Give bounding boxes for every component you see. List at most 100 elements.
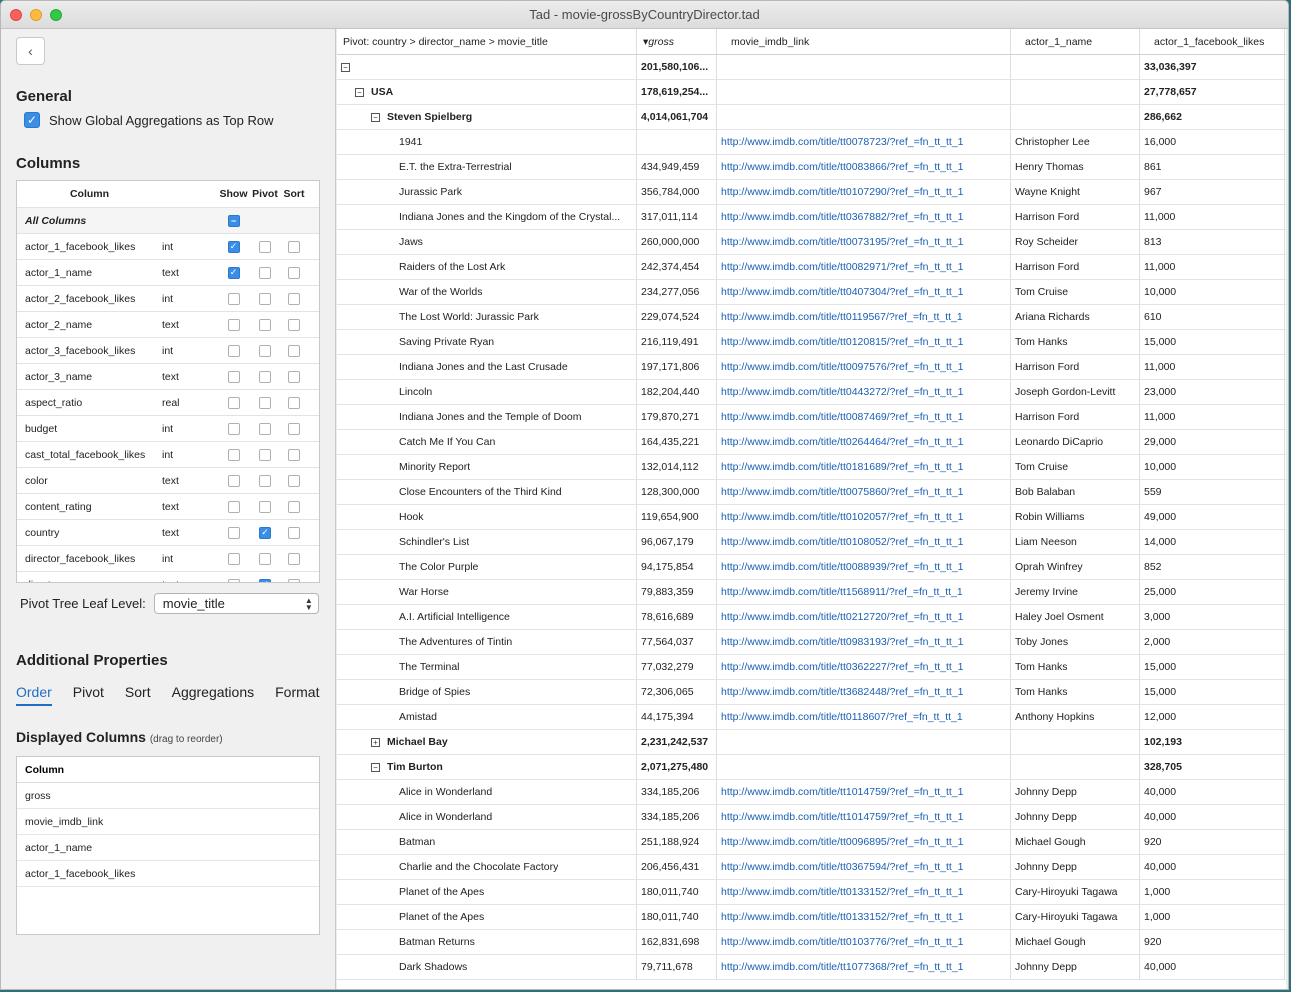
show-checkbox[interactable] [227,344,240,357]
table-row[interactable]: Alice in Wonderland 334,185,206 http://www… [337,805,1286,830]
pivot-checkbox[interactable] [259,370,271,383]
table-row[interactable]: Hook 119,654,900 http://www.imdb.com/title… [337,505,1286,530]
tab-aggregations[interactable]: Aggregations [172,684,255,706]
table-row[interactable]: − USA 178,619,254... 27,778,657 [337,80,1286,105]
imdb-link-cell[interactable]: http://www.imdb.com/title/tt0264464/?ref… [717,430,1011,454]
pivot-checkbox[interactable] [259,422,271,435]
table-row[interactable]: Batman Returns 162,831,698 http://www.imdb… [337,930,1286,955]
imdb-link-cell[interactable]: http://www.imdb.com/title/tt0073195/?ref… [717,230,1011,254]
imdb-link-cell[interactable]: http://www.imdb.com/title/tt0407304/?ref… [717,280,1011,304]
sort-checkbox[interactable] [288,344,300,357]
imdb-link-cell[interactable] [717,80,1011,104]
table-row[interactable]: Jurassic Park 356,784,000 http://www.imdb.… [337,180,1286,205]
table-row[interactable]: A.I. Artificial Intelligence 78,616,689 ht… [337,605,1286,630]
show-checkbox[interactable] [227,474,240,487]
table-row[interactable]: Catch Me If You Can 164,435,221 http://www… [337,430,1286,455]
imdb-link-cell[interactable]: http://www.imdb.com/title/tt0108052/?ref… [717,530,1011,554]
table-row[interactable]: Close Encounters of the Third Kind 128,30… [337,480,1286,505]
pivot-checkbox[interactable]: ✓ [259,526,271,539]
imdb-link-cell[interactable]: http://www.imdb.com/title/tt0102057/?ref… [717,505,1011,529]
all-columns-show-checkbox[interactable]: − [227,214,240,227]
sort-checkbox[interactable] [288,448,300,461]
imdb-link-cell[interactable] [717,105,1011,129]
imdb-link-cell[interactable]: http://www.imdb.com/title/tt0181689/?ref… [717,455,1011,479]
displayed-column-item[interactable]: gross [17,783,319,809]
imdb-link-cell[interactable]: http://www.imdb.com/title/tt0367594/?ref… [717,855,1011,879]
table-row[interactable]: − Tim Burton 2,071,275,480 328,705 [337,755,1286,780]
pivot-checkbox[interactable] [259,474,271,487]
table-row[interactable]: − 201,580,106... 33,036,397 [337,55,1286,80]
sort-checkbox[interactable] [288,370,300,383]
imdb-link-cell[interactable]: http://www.imdb.com/title/tt1077368/?ref… [717,955,1011,979]
table-row[interactable]: Lincoln 182,204,440 http://www.imdb.com/ti… [337,380,1286,405]
sort-checkbox[interactable] [288,318,300,331]
sort-checkbox[interactable] [288,578,300,582]
table-row[interactable]: Planet of the Apes 180,011,740 http://www.… [337,905,1286,930]
sort-checkbox[interactable] [288,474,300,487]
table-row[interactable]: Indiana Jones and the Kingdom of the Cry… [337,205,1286,230]
imdb-link-cell[interactable]: http://www.imdb.com/title/tt1568911/?ref… [717,580,1011,604]
show-checkbox[interactable] [227,500,240,513]
table-row[interactable]: The Adventures of Tintin 77,564,037 http:/… [337,630,1286,655]
sort-checkbox[interactable] [288,396,300,409]
table-row[interactable]: + Michael Bay 2,231,242,537 102,193 [337,730,1286,755]
collapse-icon[interactable]: − [371,112,380,122]
displayed-column-item[interactable]: movie_imdb_link [17,809,319,835]
pivot-checkbox[interactable] [259,318,271,331]
sort-checkbox[interactable] [288,422,300,435]
table-row[interactable]: Charlie and the Chocolate Factory 206,456… [337,855,1286,880]
header-actor-1-facebook-likes[interactable]: actor_1_facebook_likes [1140,29,1285,54]
pivot-checkbox[interactable] [259,448,271,461]
imdb-link-cell[interactable]: http://www.imdb.com/title/tt0362227/?ref… [717,655,1011,679]
imdb-link-cell[interactable] [717,730,1011,754]
imdb-link-cell[interactable]: http://www.imdb.com/title/tt0443272/?ref… [717,380,1011,404]
show-checkbox[interactable] [227,448,240,461]
tab-sort[interactable]: Sort [125,684,151,706]
imdb-link-cell[interactable]: http://www.imdb.com/title/tt0078723/?ref… [717,130,1011,154]
imdb-link-cell[interactable]: http://www.imdb.com/title/tt0119567/?ref… [717,305,1011,329]
displayed-column-item[interactable]: actor_1_name [17,835,319,861]
table-row[interactable]: E.T. the Extra-Terrestrial 434,949,459 htt… [337,155,1286,180]
sort-checkbox[interactable] [288,526,300,539]
imdb-link-cell[interactable] [717,55,1011,79]
table-row[interactable]: Planet of the Apes 180,011,740 http://www.… [337,880,1286,905]
table-row[interactable]: The Lost World: Jurassic Park 229,074,524… [337,305,1286,330]
table-row[interactable]: War Horse 79,883,359 http://www.imdb.com/t… [337,580,1286,605]
tab-format[interactable]: Format [275,684,319,706]
show-checkbox[interactable] [227,526,240,539]
sort-checkbox[interactable] [288,500,300,513]
show-checkbox[interactable] [227,370,240,383]
imdb-link-cell[interactable]: http://www.imdb.com/title/tt0133152/?ref… [717,880,1011,904]
table-row[interactable]: The Color Purple 94,175,854 http://www.imd… [337,555,1286,580]
tab-order[interactable]: Order [16,684,52,706]
imdb-link-cell[interactable]: http://www.imdb.com/title/tt0983193/?ref… [717,630,1011,654]
imdb-link-cell[interactable]: http://www.imdb.com/title/tt0367882/?ref… [717,205,1011,229]
imdb-link-cell[interactable]: http://www.imdb.com/title/tt0133152/?ref… [717,905,1011,929]
table-row[interactable]: − Steven Spielberg 4,014,061,704 286,662 [337,105,1286,130]
sort-checkbox[interactable] [288,240,300,253]
header-actor-1-name[interactable]: actor_1_name [1011,29,1140,54]
header-gross[interactable]: ▾ gross [637,29,717,54]
pivot-leaf-select[interactable]: movie_title ▲ ▼ [153,593,319,614]
pivot-checkbox[interactable]: ✓ [259,578,271,582]
pivot-checkbox[interactable] [259,500,271,513]
expand-icon[interactable]: + [371,737,380,747]
show-checkbox[interactable] [227,292,240,305]
imdb-link-cell[interactable]: http://www.imdb.com/title/tt3682448/?ref… [717,680,1011,704]
tab-pivot[interactable]: Pivot [73,684,104,706]
table-row[interactable]: Schindler's List 96,067,179 http://www.imd… [337,530,1286,555]
imdb-link-cell[interactable]: http://www.imdb.com/title/tt0212720/?ref… [717,605,1011,629]
show-checkbox[interactable] [227,422,240,435]
pivot-checkbox[interactable] [259,266,271,279]
pivot-checkbox[interactable] [259,552,271,565]
imdb-link-cell[interactable]: http://www.imdb.com/title/tt0088939/?ref… [717,555,1011,579]
pivot-checkbox[interactable] [259,396,271,409]
table-row[interactable]: Indiana Jones and the Last Crusade 197,17… [337,355,1286,380]
imdb-link-cell[interactable]: http://www.imdb.com/title/tt0118607/?ref… [717,705,1011,729]
show-checkbox[interactable]: ✓ [227,266,240,279]
show-checkbox[interactable] [227,578,240,582]
show-checkbox[interactable] [227,396,240,409]
imdb-link-cell[interactable]: http://www.imdb.com/title/tt0120815/?ref… [717,330,1011,354]
table-row[interactable]: Alice in Wonderland 334,185,206 http://www… [337,780,1286,805]
sort-checkbox[interactable] [288,292,300,305]
